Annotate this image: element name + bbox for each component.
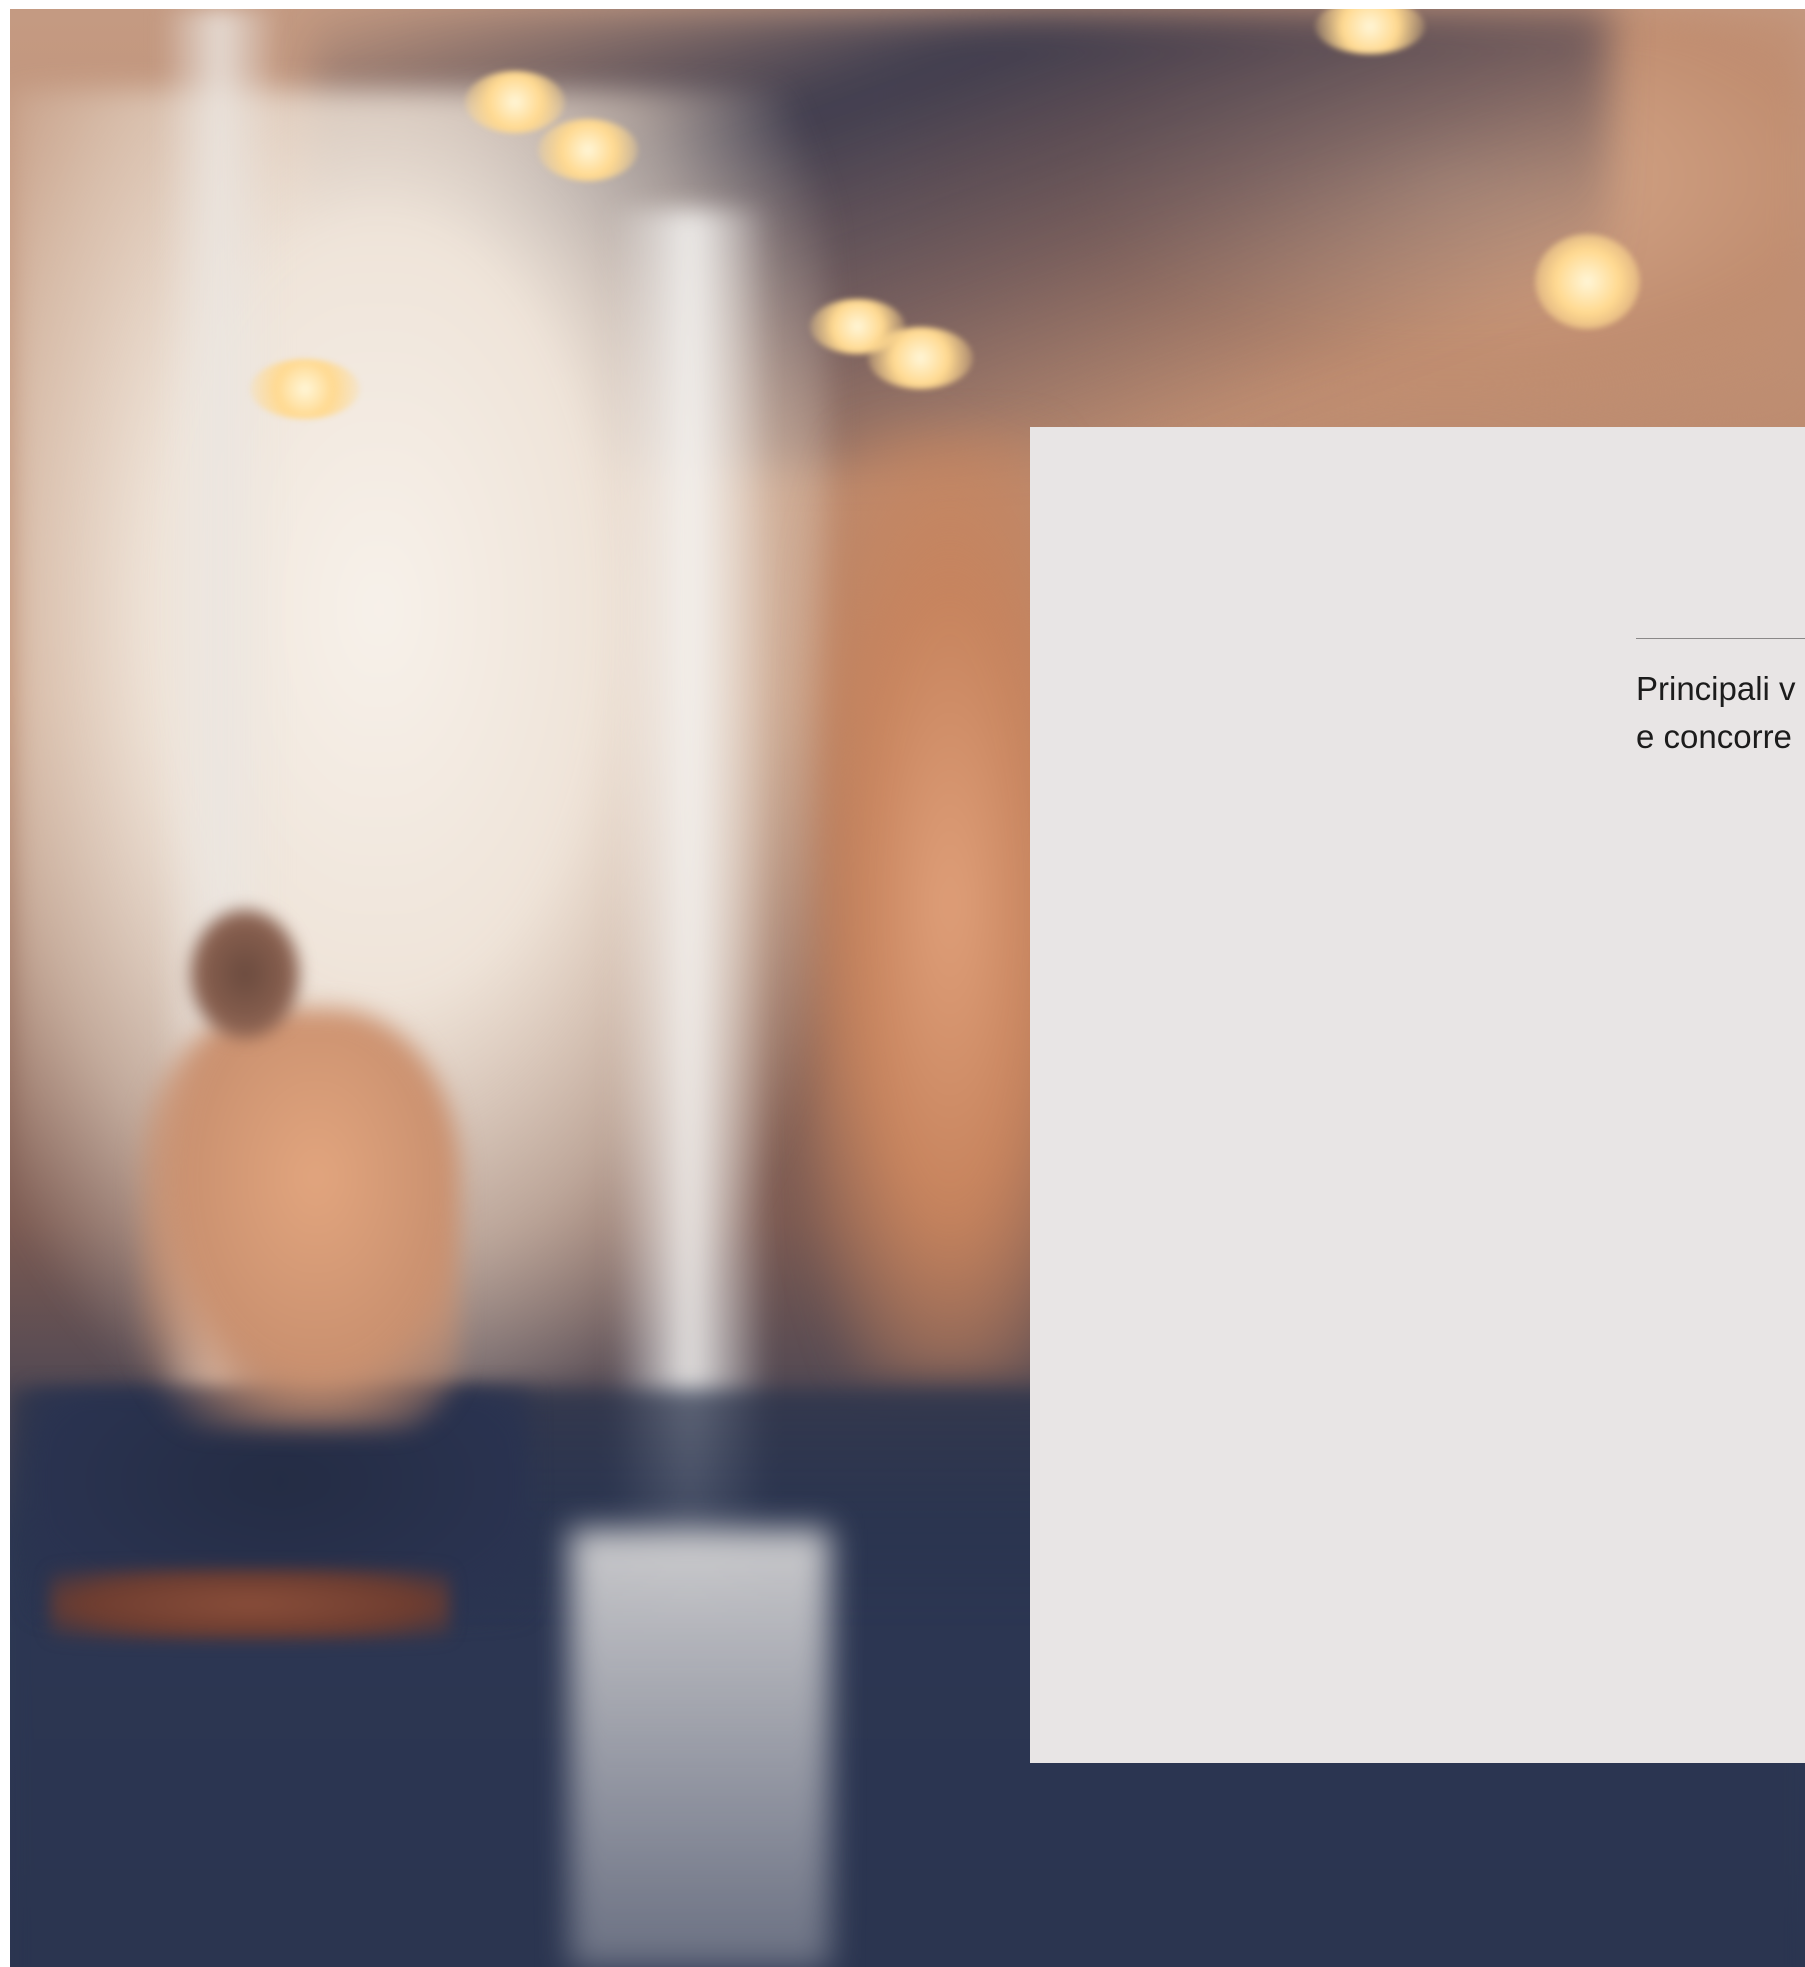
ceiling-light (250, 359, 360, 419)
bar-stool (50, 1569, 450, 1639)
content-panel: Principali v e concorre (1030, 427, 1805, 1763)
heading-divider (1636, 638, 1805, 639)
panel-heading: Principali v e concorre (1636, 665, 1805, 761)
ceiling-light (868, 327, 973, 389)
ceiling-light (1535, 234, 1640, 329)
floor-reflection (570, 1529, 830, 1967)
panel-heading-line-2: e concorre (1636, 718, 1792, 755)
person-head (190, 909, 300, 1039)
ceiling-light (538, 119, 638, 181)
ceiling-light (465, 71, 565, 133)
person-torso (140, 1009, 460, 1429)
panel-heading-line-1: Principali v (1636, 670, 1796, 707)
